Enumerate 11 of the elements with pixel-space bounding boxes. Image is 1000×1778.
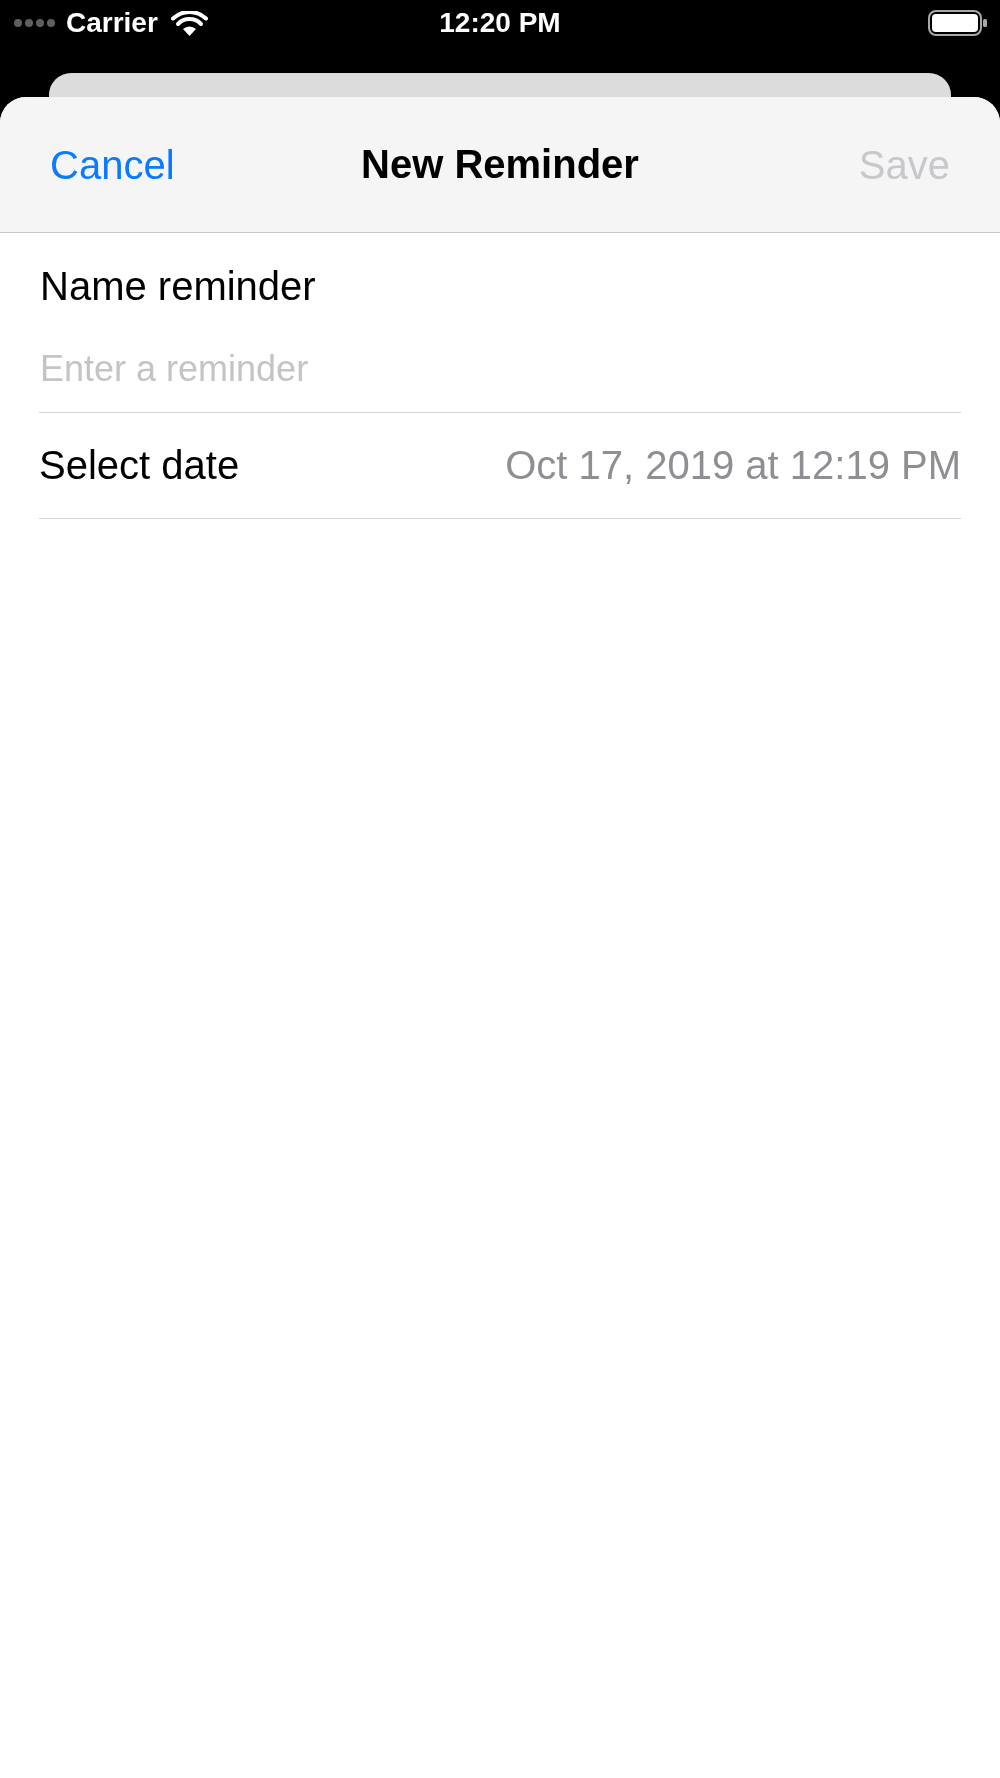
date-value[interactable]: Oct 17, 2019 at 12:19 PM	[505, 443, 961, 488]
wifi-icon	[170, 10, 208, 36]
battery-icon	[928, 10, 987, 36]
date-label: Select date	[39, 443, 240, 488]
cancel-button[interactable]: Cancel	[50, 140, 175, 189]
signal-icon	[14, 19, 56, 27]
reminder-input-field[interactable]: Enter a reminder	[39, 345, 961, 393]
clock-time: 12:20 PM	[439, 7, 561, 39]
name-label: Name reminder	[39, 263, 317, 310]
screen-title: New Reminder	[361, 142, 639, 187]
carrier-name: Carrier	[66, 7, 158, 39]
